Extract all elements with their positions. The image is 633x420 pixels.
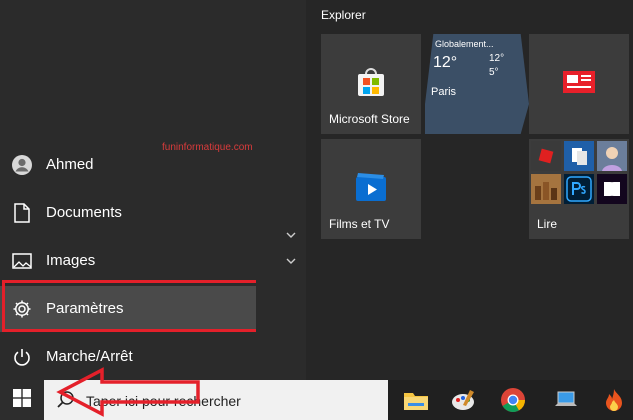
microsoft-store-tile[interactable]: Microsoft Store	[321, 34, 421, 134]
settings-label: Paramètres	[46, 300, 124, 317]
photoshop-icon	[564, 174, 594, 204]
app-list-pane	[256, 0, 306, 380]
user-account-label: Ahmed	[46, 156, 94, 173]
films-tv-tile[interactable]: Films et TV	[321, 139, 421, 239]
search-placeholder: Taper ici pour rechercher	[86, 393, 241, 409]
read-tile-label: Lire	[537, 217, 558, 231]
tile-group-title: Explorer	[321, 8, 366, 22]
search-icon	[56, 390, 76, 415]
laptop-icon[interactable]	[552, 386, 580, 414]
flame-game-icon[interactable]	[600, 386, 628, 414]
weather-temperature: 12°	[433, 54, 458, 71]
game-city-icon	[531, 174, 561, 204]
image-icon	[10, 249, 34, 273]
weather-high: 12°	[489, 53, 505, 64]
game-portrait-icon	[597, 141, 627, 171]
documents-label: Documents	[46, 204, 122, 221]
film-icon	[354, 171, 388, 208]
power-item[interactable]: Marche/Arrêt	[0, 334, 256, 380]
windows-logo-icon	[13, 388, 31, 412]
weather-city: Paris	[431, 86, 457, 98]
documents-item[interactable]: Documents	[0, 190, 256, 236]
power-icon	[10, 345, 34, 369]
images-label: Images	[46, 252, 96, 269]
gear-icon	[10, 297, 34, 321]
microsoft-store-label: Microsoft Store	[329, 112, 410, 126]
chevron-down-icon[interactable]	[284, 254, 298, 268]
taskbar-search-box[interactable]: Taper ici pour rechercher	[44, 380, 388, 420]
taskbar: Taper ici pour rechercher	[0, 380, 633, 420]
store-bag-icon	[355, 66, 387, 103]
start-button[interactable]	[0, 380, 44, 420]
document-icon	[10, 201, 34, 225]
dolby-icon	[597, 174, 627, 204]
read-tile-group[interactable]: Lire	[529, 139, 629, 239]
solitaire-icon	[564, 141, 594, 171]
weather-low: 5°	[489, 67, 499, 78]
settings-item[interactable]: Paramètres	[0, 286, 256, 332]
images-item[interactable]: Images	[0, 238, 256, 284]
paint-icon[interactable]	[450, 386, 478, 414]
chrome-icon[interactable]	[499, 386, 527, 414]
roblox-icon	[531, 141, 561, 171]
news-tile[interactable]	[529, 34, 629, 134]
watermark-text: funinformatique.com	[162, 142, 253, 153]
chevron-down-icon[interactable]	[284, 228, 298, 242]
file-explorer-icon[interactable]	[402, 386, 430, 414]
films-tv-label: Films et TV	[329, 217, 390, 231]
weather-title: Globalement...	[435, 39, 494, 49]
user-icon	[10, 153, 34, 177]
power-label: Marche/Arrêt	[46, 348, 133, 365]
news-icon	[562, 70, 596, 99]
weather-tile[interactable]: Globalement... 12° 12° 5° Paris	[425, 34, 529, 134]
